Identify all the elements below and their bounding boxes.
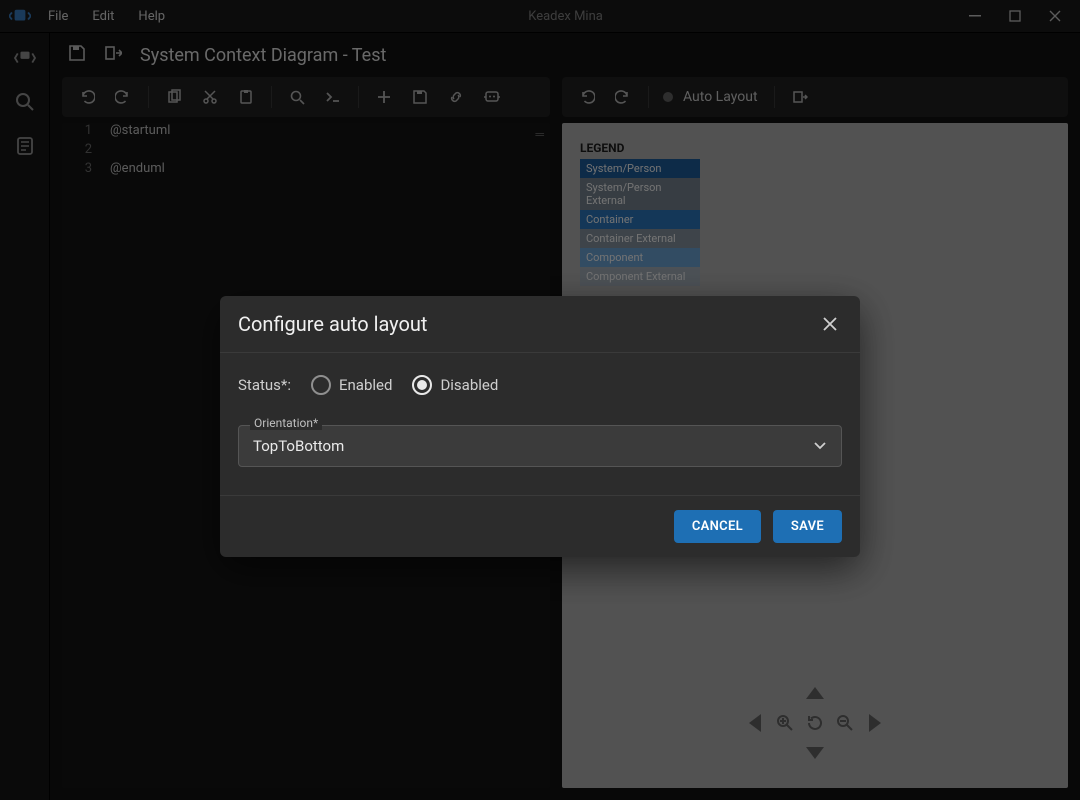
status-label: Status*: xyxy=(238,376,291,394)
status-enabled-radio[interactable]: Enabled xyxy=(311,375,392,395)
dialog-title: Configure auto layout xyxy=(238,312,427,336)
cancel-button[interactable]: CANCEL xyxy=(674,510,761,543)
close-icon[interactable] xyxy=(818,312,842,336)
configure-auto-layout-dialog: Configure auto layout Status*: Enabled D… xyxy=(220,296,860,557)
status-radio-group: Enabled Disabled xyxy=(311,375,498,395)
status-disabled-label: Disabled xyxy=(440,376,498,394)
orientation-select[interactable]: TopToBottom xyxy=(238,425,842,467)
orientation-value: TopToBottom xyxy=(253,437,344,455)
status-enabled-label: Enabled xyxy=(339,376,392,394)
save-button[interactable]: SAVE xyxy=(773,510,842,543)
orientation-label: Orientation* xyxy=(250,416,322,430)
status-disabled-radio[interactable]: Disabled xyxy=(412,375,498,395)
chevron-down-icon xyxy=(813,437,827,455)
